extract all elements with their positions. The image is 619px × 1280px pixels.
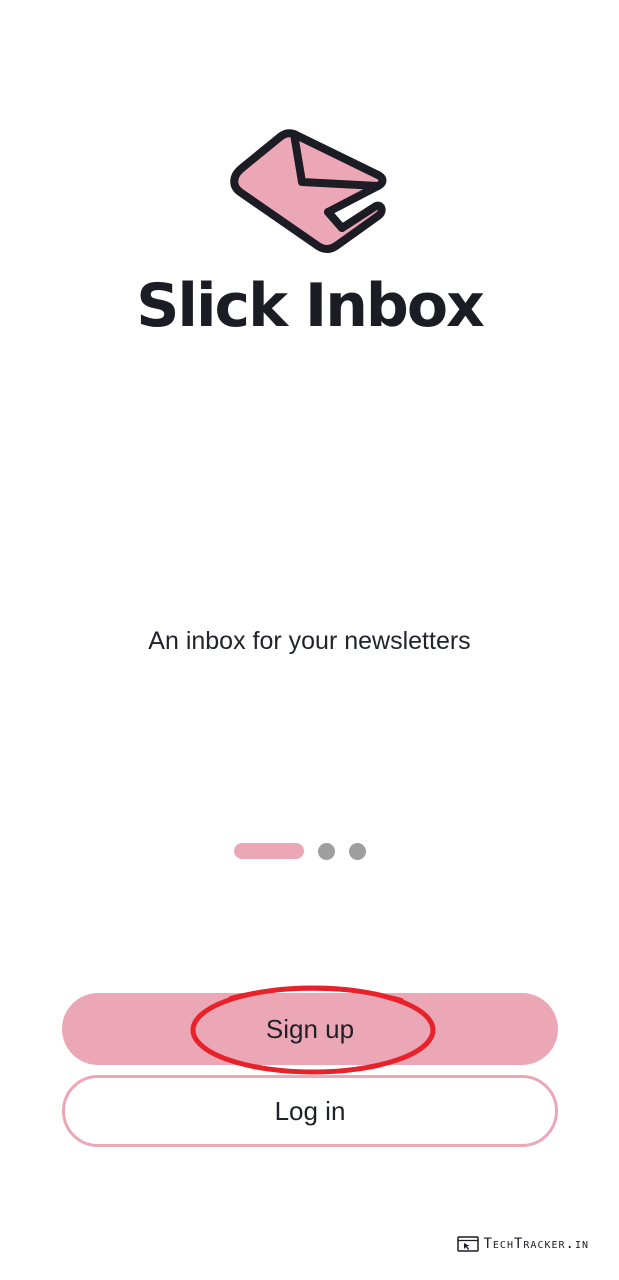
onboarding-tagline: An inbox for your newsletters <box>148 627 471 655</box>
brand-name: Slick Inbox <box>136 271 485 341</box>
page-indicator <box>0 842 619 860</box>
page-indicator-active[interactable] <box>233 843 304 859</box>
page-indicator-dot-2[interactable] <box>317 842 335 860</box>
login-button[interactable]: Log in <box>62 1075 558 1147</box>
browser-cursor-icon <box>457 1236 480 1252</box>
watermark: TechTracker.in <box>457 1236 589 1252</box>
envelope-newspaper-icon <box>230 129 387 253</box>
login-button-label: Log in <box>274 1095 346 1126</box>
signup-button-label: Sign up <box>265 1013 355 1044</box>
watermark-text: TechTracker.in <box>483 1236 589 1252</box>
page-indicator-dot-3[interactable] <box>348 842 366 860</box>
signup-button[interactable]: Sign up <box>62 993 558 1065</box>
